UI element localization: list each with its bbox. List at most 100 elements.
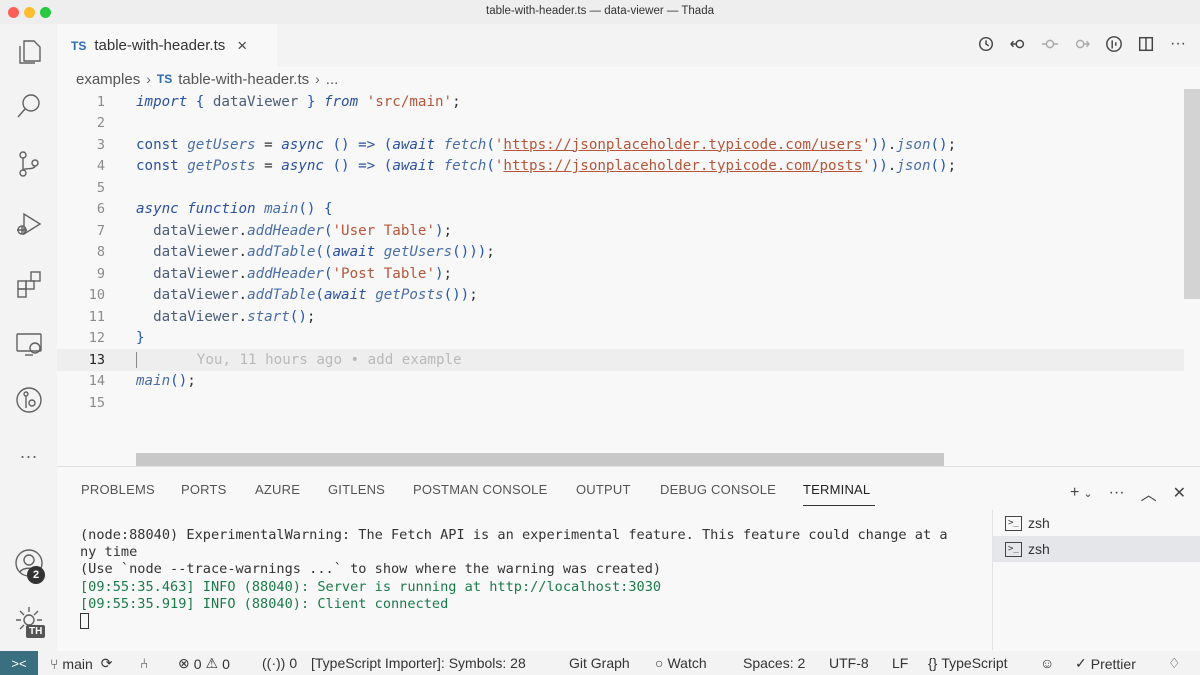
code-line: 7 dataViewer.addHeader('User Table'); (96, 222, 453, 239)
eol-status[interactable]: LF (892, 655, 908, 671)
error-icon: ⊗ (178, 655, 190, 671)
remote-indicator-icon[interactable]: >< (0, 651, 38, 675)
prettier-status[interactable]: ✓ Prettier (1075, 655, 1136, 672)
indentation-status[interactable]: Spaces: 2 (743, 655, 805, 671)
search-icon[interactable] (0, 82, 57, 130)
code-line: 14 main(); (88, 373, 196, 390)
explorer-icon[interactable] (0, 28, 57, 76)
chevron-right-icon: › (146, 71, 151, 87)
check-all-icon: ✓ (1075, 655, 1087, 671)
git-graph-icon[interactable]: ⑃ (140, 655, 148, 671)
terminal-line: [09:55:35.463] INFO (88040): Server is r… (80, 578, 662, 595)
ports-status[interactable]: ((·)) 0 (262, 655, 297, 671)
window-title: table-with-header.ts — data-viewer — Tha… (486, 5, 714, 17)
code-line: 15 (88, 394, 105, 411)
broadcast-icon: ((·)) (262, 655, 286, 671)
code-line: 3 const getUsers = async () => (await fe… (96, 136, 957, 153)
accounts-icon[interactable]: 2 (0, 539, 57, 587)
code-line: 10 dataViewer.addTable(await getPosts())… (88, 287, 478, 304)
tab-close-icon[interactable]: × (237, 36, 247, 56)
typescript-file-icon: TS (156, 72, 173, 86)
tab-terminal[interactable]: TERMINAL (803, 482, 870, 497)
terminal-icon: >_ (1005, 541, 1022, 557)
gitlens-inspect-icon[interactable] (1104, 34, 1124, 54)
terminal-line: (node:88040) ExperimentalWarning: The Fe… (80, 527, 948, 543)
code-line: 8 dataViewer.addTable((await getUsers())… (96, 244, 495, 261)
gitlens-icon[interactable] (0, 376, 57, 424)
open-changes-previous-icon[interactable] (1008, 34, 1028, 54)
breadcrumb-folder[interactable]: examples (76, 71, 140, 88)
activity-bar: ··· 2 TH (0, 24, 57, 651)
editor-tab-bar: TS table-with-header.ts × ··· (57, 24, 1200, 67)
code-line: 2 (96, 115, 105, 132)
title-bar: table-with-header.ts — data-viewer — Tha… (0, 0, 1200, 24)
sync-icon[interactable]: ⟳ (101, 655, 113, 672)
terminal-icon: >_ (1005, 515, 1022, 531)
breadcrumb: examples › TS table-with-header.ts › ... (76, 69, 338, 89)
source-control-icon[interactable] (0, 140, 57, 188)
accounts-badge: 2 (27, 566, 45, 584)
code-line: 11 dataViewer.start(); (88, 308, 316, 325)
manage-gear-icon[interactable]: TH (0, 596, 57, 644)
terminal-line: [09:55:35.919] INFO (88040): Client conn… (80, 595, 449, 612)
tab-postman-console[interactable]: POSTMAN CONSOLE (413, 482, 547, 497)
tab-label: table-with-header.ts (94, 37, 226, 54)
notifications-bell-icon[interactable]: ♢ (1168, 655, 1181, 672)
encoding-status[interactable]: UTF-8 (829, 655, 869, 671)
branch-status[interactable]: ⑂ main ⟳ (50, 655, 113, 672)
terminal-line: ny time (80, 544, 138, 561)
warning-icon: ⚠ (205, 655, 219, 671)
problems-status[interactable]: ⊗ 0 ⚠ 0 (178, 655, 230, 672)
language-status[interactable]: {} TypeScript (928, 655, 1008, 671)
tab-gitlens[interactable]: GITLENS (328, 482, 385, 497)
code-line: 5 (96, 179, 105, 196)
more-actions-icon[interactable]: ··· (1168, 34, 1188, 54)
terminal-item[interactable]: >_ zsh (993, 510, 1200, 536)
code-line: 9 dataViewer.addHeader('Post Table'); (96, 265, 453, 282)
terminal-list: >_ zsh >_ zsh (992, 510, 1200, 650)
remote-explorer-icon[interactable] (0, 320, 57, 368)
horizontal-scrollbar[interactable] (136, 453, 944, 466)
extensions-icon[interactable] (0, 260, 57, 308)
more-actions-icon[interactable]: ··· (1109, 484, 1125, 502)
timeline-icon[interactable] (976, 34, 996, 54)
chevron-right-icon: › (315, 71, 320, 87)
tab-problems[interactable]: PROBLEMS (81, 482, 155, 497)
new-terminal-icon[interactable]: + (1070, 484, 1079, 502)
git-blame-annotation: You, 11 hours ago • add example (196, 351, 462, 368)
code-editor[interactable]: 1 import { dataViewer } from 'src/main';… (57, 89, 1184, 466)
code-line: 1 import { dataViewer } from 'src/main'; (96, 93, 461, 110)
braces-icon: {} (928, 655, 938, 671)
status-bar: >< ⑂ main ⟳ ⑃ ⊗ 0 ⚠ 0 ((·)) 0 [TypeScript I… (0, 651, 1200, 675)
run-debug-icon[interactable] (0, 200, 57, 248)
typescript-file-icon: TS (71, 38, 87, 53)
terminal-output[interactable]: (node:88040) ExperimentalWarning: The Fe… (80, 527, 980, 630)
terminal-item[interactable]: >_ zsh (993, 536, 1200, 562)
maximize-panel-icon[interactable]: ︿ (1141, 481, 1157, 505)
manage-badge: TH (26, 625, 46, 638)
code-line: 6 async function main() { (96, 201, 333, 218)
vertical-scrollbar[interactable] (1184, 89, 1200, 299)
breadcrumb-file[interactable]: table-with-header.ts (178, 71, 309, 88)
more-icon[interactable]: ··· (0, 432, 57, 480)
tab-ports[interactable]: PORTS (181, 482, 227, 497)
copilot-icon[interactable]: ☺ (1040, 655, 1054, 671)
tab-output[interactable]: OUTPUT (576, 482, 631, 497)
breadcrumb-symbol[interactable]: ... (326, 71, 339, 88)
close-panel-icon[interactable]: ✕ (1173, 483, 1186, 503)
git-commit-icon[interactable] (1040, 34, 1060, 54)
tab-debug-console[interactable]: DEBUG CONSOLE (660, 482, 776, 497)
current-line: 13 You, 11 hours ago • add example (57, 349, 1184, 371)
split-editor-icon[interactable] (1136, 34, 1156, 54)
typescript-importer-status[interactable]: [TypeScript Importer]: Symbols: 28 (311, 655, 526, 671)
tab-azure[interactable]: AZURE (255, 482, 300, 497)
watch-status[interactable]: ○ Watch (655, 655, 707, 671)
tab-table-with-header[interactable]: TS table-with-header.ts × (57, 24, 277, 67)
terminal-cursor (80, 613, 89, 630)
chevron-down-icon[interactable]: ⌄ (1083, 487, 1092, 500)
panel-tab-bar: PROBLEMS PORTS AZURE GITLENS POSTMAN CON… (57, 467, 1200, 511)
git-graph-status[interactable]: Git Graph (569, 655, 630, 671)
open-changes-next-icon[interactable] (1072, 34, 1092, 54)
terminal-line: (Use `node --trace-warnings ...` to show… (80, 561, 662, 578)
panel-actions: + ⌄ ··· ︿ ✕ (1070, 481, 1186, 505)
